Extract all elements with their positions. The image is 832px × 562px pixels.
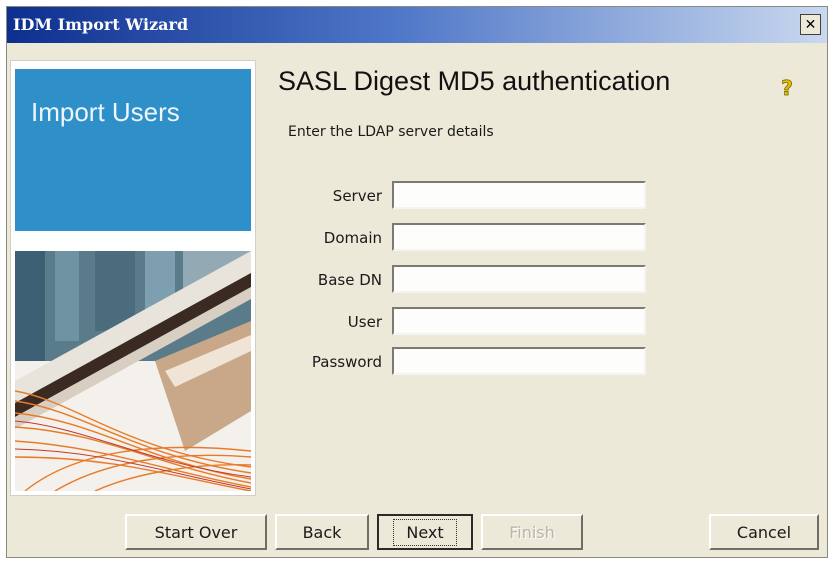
svg-text:?: ? [781, 76, 793, 100]
back-button[interactable]: Back [275, 514, 369, 550]
password-input[interactable] [392, 347, 646, 375]
sidebar-banner: Import Users [15, 69, 251, 231]
base-dn-label: Base DN [317, 271, 382, 289]
server-input[interactable] [392, 181, 646, 209]
window-title: IDM Import Wizard [13, 15, 189, 34]
finish-button: Finish [481, 514, 583, 550]
sidebar-artwork-image [15, 251, 251, 491]
next-button-label: Next [393, 518, 457, 546]
close-icon: ✕ [804, 16, 817, 33]
domain-label: Domain [323, 229, 382, 247]
user-label: User [347, 313, 382, 331]
close-button[interactable]: ✕ [800, 14, 821, 35]
domain-input[interactable] [392, 223, 646, 251]
next-button[interactable]: Next [377, 514, 473, 550]
page-title: SASL Digest MD5 authentication [278, 66, 671, 96]
help-question-icon[interactable]: ? [776, 76, 798, 100]
cancel-button[interactable]: Cancel [709, 514, 819, 550]
password-label: Password [311, 353, 382, 371]
instructions-text: Enter the LDAP server details [288, 124, 494, 140]
sidebar-title: Import Users [31, 97, 180, 127]
title-bar[interactable]: IDM Import Wizard ✕ [7, 7, 827, 43]
user-input[interactable] [392, 307, 646, 335]
server-label: Server [332, 187, 382, 205]
wizard-sidebar: Import Users [10, 60, 256, 496]
base-dn-input[interactable] [392, 265, 646, 293]
start-over-button[interactable]: Start Over [125, 514, 267, 550]
